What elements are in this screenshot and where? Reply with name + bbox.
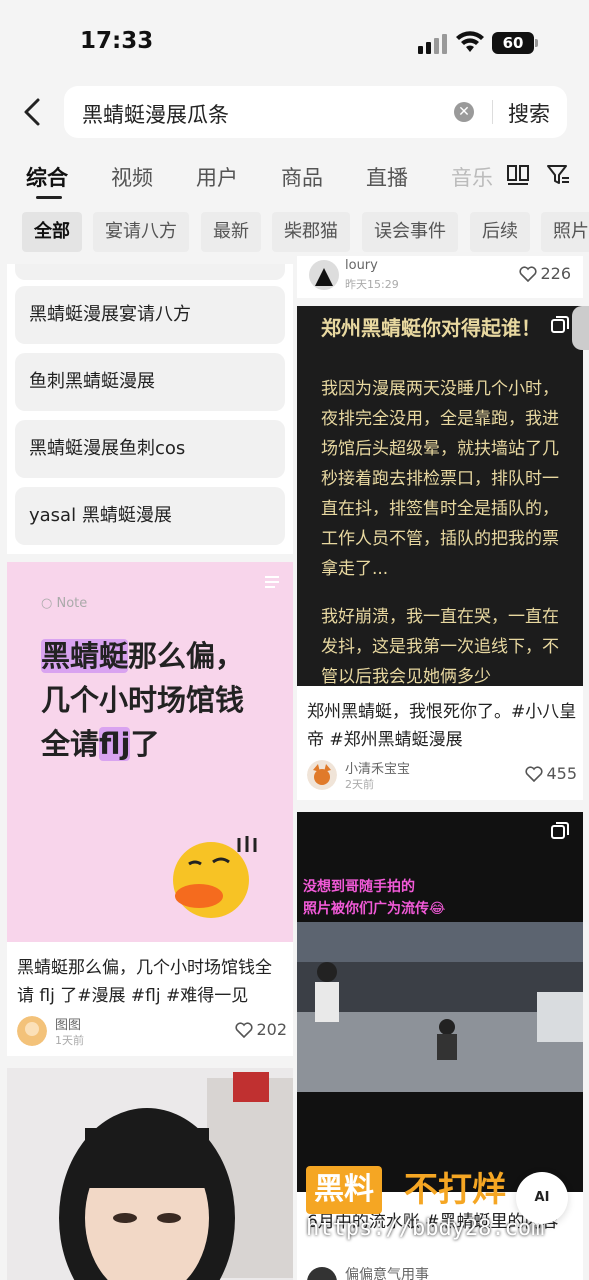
suggestion-item-partial[interactable]	[15, 264, 285, 280]
post-title[interactable]: 黑蜻蜓那么偏，几个小时场馆钱全请 flj 了#漫展 #flj #难得一见	[17, 954, 287, 1010]
note-tag: ○ Note	[41, 596, 88, 611]
post-card[interactable]: 郑州黑蜻蜓你对得起谁！ 我因为漫展两天没睡几个小时，夜排完全没用，全是靠跑，我进…	[297, 306, 583, 800]
like-count: 455	[546, 764, 577, 783]
heart-icon	[519, 266, 537, 283]
like-button[interactable]: 202	[235, 1020, 287, 1039]
avatar[interactable]	[307, 760, 337, 790]
crowd-photo	[297, 922, 583, 1092]
duck-emoji-icon	[173, 836, 257, 918]
heart-icon	[525, 766, 543, 783]
avatar[interactable]	[307, 1266, 337, 1280]
chip-follow-up[interactable]: 后续	[470, 212, 530, 252]
suggestion-item[interactable]: 黑蜻蜓漫展鱼刺cos	[15, 420, 285, 478]
suggestion-item[interactable]: 鱼刺黑蜻蜓漫展	[15, 353, 285, 411]
like-button[interactable]: 455	[525, 764, 577, 783]
filter-chips: 全部 宴请八方 最新 柴郡猫 误会事件 后续 照片	[0, 212, 589, 254]
heart-icon	[235, 1022, 253, 1039]
related-searches-card: 黑蜻蜓漫展宴请八方 鱼刺黑蜻蜓漫展 黑蜻蜓漫展鱼刺cos yasal 黑蜻蜓漫展	[7, 264, 293, 554]
author-name[interactable]: 偏偏意气用事	[345, 1264, 429, 1280]
clock: 17:33	[80, 28, 154, 54]
cover-body-2: 我好崩溃，我一直在哭，一直在发抖，这是我第一次追线下，不管以后我会见她俩多少	[321, 607, 559, 686]
search-bar[interactable]: 黑蜻蜓漫展瓜条 ✕ 搜索	[64, 86, 567, 138]
watermark-logo-text: 不打烊	[404, 1170, 506, 1210]
post-cover[interactable]: 郑州黑蜻蜓你对得起谁！ 我因为漫展两天没睡几个小时，夜排完全没用，全是靠跑，我进…	[297, 306, 583, 686]
watermark-logo: 黑料	[306, 1166, 382, 1214]
status-bar: 17:33 60	[0, 0, 589, 86]
tab-live[interactable]: 直播	[366, 162, 408, 192]
author-name[interactable]: loury	[345, 258, 378, 273]
post-cover-photo	[7, 1068, 293, 1280]
post-cover[interactable]: 没想到哥随手拍的 照片被你们广为流传😂	[297, 812, 583, 1192]
layout-toggle-icon[interactable]	[506, 164, 530, 186]
search-input[interactable]: 黑蜻蜓漫展瓜条	[82, 99, 229, 129]
author-row: 图图 1天前 202	[17, 1014, 287, 1050]
post-time: 2天前	[345, 778, 374, 791]
suggestion-item[interactable]: 黑蜻蜓漫展宴请八方	[15, 286, 285, 344]
divider	[492, 100, 493, 124]
ai-assistant-button[interactable]: AI	[516, 1172, 568, 1224]
tab-all[interactable]: 综合	[26, 162, 68, 192]
like-count: 226	[540, 264, 571, 283]
author-row: 小清禾宝宝 2天前 455	[307, 758, 577, 794]
signal-icon	[418, 32, 448, 54]
chip-cheshire-cat[interactable]: 柴郡猫	[272, 212, 350, 252]
tab-products[interactable]: 商品	[281, 162, 323, 192]
chip-latest[interactable]: 最新	[201, 212, 261, 252]
result-tabs: 综合 视频 用户 商品 直播 音乐	[0, 150, 589, 199]
author-name[interactable]: 小清禾宝宝	[345, 758, 410, 777]
clear-icon[interactable]: ✕	[454, 102, 474, 122]
post-cover[interactable]: ○ Note 黑蜻蜓那么偏，几个小时场馆钱全请flj了	[7, 562, 293, 942]
chip-photos[interactable]: 照片	[541, 212, 589, 252]
wifi-icon	[456, 31, 484, 52]
filter-icon[interactable]	[546, 164, 570, 186]
chip-misunderstanding[interactable]: 误会事件	[362, 212, 458, 252]
multi-image-icon	[551, 822, 569, 839]
chip-all[interactable]: 全部	[22, 212, 82, 252]
suggestion-item[interactable]: yasal 黑蜻蜓漫展	[15, 487, 285, 545]
cover-text: 黑蜻蜓那么偏，几个小时场馆钱全请flj了	[41, 639, 245, 761]
watermark-url: https://bbdy28.com	[306, 1216, 545, 1241]
chip-banquet[interactable]: 宴请八方	[93, 212, 189, 252]
side-drawer-handle[interactable]	[572, 306, 589, 350]
post-card-partial[interactable]: loury 昨天15:29 226	[297, 256, 583, 298]
cover-heading: 郑州黑蜻蜓你对得起谁！	[321, 316, 541, 340]
post-time: 昨天15:29	[345, 278, 399, 291]
search-button[interactable]: 搜索	[508, 98, 550, 128]
tab-music[interactable]: 音乐	[451, 162, 493, 192]
post-card[interactable]: ○ Note 黑蜻蜓那么偏，几个小时场馆钱全请flj了 黑蜻蜓那么偏，几个小时场…	[7, 562, 293, 1056]
like-button[interactable]: 226	[519, 264, 571, 283]
avatar[interactable]	[17, 1016, 47, 1046]
back-arrow-icon[interactable]	[16, 94, 52, 130]
cover-body: 我因为漫展两天没睡几个小时，夜排完全没用，全是靠跑，我进场馆后头超级晕，就扶墙站…	[321, 379, 559, 579]
cover-caption: 没想到哥随手拍的 照片被你们广为流传😂	[303, 879, 446, 917]
multi-image-icon	[551, 316, 569, 333]
active-tab-indicator	[36, 196, 62, 199]
author-name[interactable]: 图图	[55, 1014, 81, 1033]
avatar[interactable]	[309, 260, 339, 290]
menu-lines-icon	[265, 576, 279, 588]
post-card-photo[interactable]	[7, 1068, 293, 1280]
tab-video[interactable]: 视频	[111, 162, 153, 192]
post-time: 1天前	[55, 1034, 84, 1047]
like-count: 202	[256, 1020, 287, 1039]
post-title[interactable]: 郑州黑蜻蜓，我恨死你了。#小八皇帝 #郑州黑蜻蜓漫展	[307, 698, 577, 754]
battery-indicator: 60	[492, 32, 538, 54]
tab-users[interactable]: 用户	[196, 162, 238, 192]
